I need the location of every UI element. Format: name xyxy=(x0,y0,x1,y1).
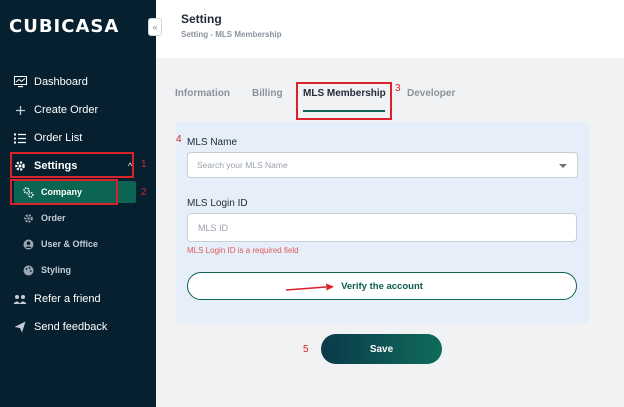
sidebar-item-label: Dashboard xyxy=(34,76,88,88)
sidebar-subitem-label: User & Office xyxy=(41,239,99,249)
sidebar-item-label: Send feedback xyxy=(34,321,108,333)
sidebar-item-label: Order List xyxy=(34,132,83,144)
palette-icon xyxy=(23,265,34,276)
sidebar-item-order-list[interactable]: Order List xyxy=(0,126,156,150)
monitor-icon xyxy=(13,75,27,89)
list-icon xyxy=(13,131,27,145)
sidebar-item-send-feedback[interactable]: Send feedback xyxy=(0,315,156,339)
sidebar-item-label: Refer a friend xyxy=(34,293,101,305)
sidebar-item-label: Create Order xyxy=(34,104,99,116)
sidebar-subitem-user-office[interactable]: User & Office xyxy=(0,233,156,255)
save-button[interactable]: Save xyxy=(321,334,442,364)
tab-developer[interactable]: Developer xyxy=(407,88,455,99)
mls-login-input[interactable] xyxy=(187,213,577,242)
mls-name-label: MLS Name xyxy=(187,137,238,148)
sidebar-subitem-order[interactable]: Order xyxy=(0,207,156,229)
sidebar-subitem-label: Styling xyxy=(41,265,72,275)
mls-name-select[interactable]: Search your MLS Name xyxy=(187,152,578,178)
send-icon xyxy=(13,320,27,334)
plus-icon xyxy=(13,103,27,117)
annotation-box-2 xyxy=(10,179,118,205)
sidebar-subitem-styling[interactable]: Styling xyxy=(0,259,156,281)
user-icon xyxy=(23,239,34,250)
cubicasa-logo[interactable]: CUBICASA xyxy=(9,16,119,37)
collapse-sidebar-icon[interactable]: « xyxy=(148,18,162,36)
mls-login-label: MLS Login ID xyxy=(187,198,248,209)
dropdown-caret-icon[interactable] xyxy=(559,164,567,168)
annotation-number-3: 3 xyxy=(395,83,401,94)
sidebar-subitem-label: Order xyxy=(41,213,66,223)
mls-login-error: MLS Login ID is a required field xyxy=(187,246,299,255)
annotation-arrow xyxy=(285,283,334,291)
annotation-box-1 xyxy=(10,152,134,178)
gear-icon xyxy=(23,213,34,224)
annotation-number-1: 1 xyxy=(141,159,147,170)
verify-account-button[interactable]: Verify the account xyxy=(187,272,577,300)
annotation-box-3 xyxy=(296,82,392,120)
people-icon xyxy=(13,292,27,306)
annotation-number-5: 5 xyxy=(303,344,309,355)
breadcrumb: Setting - MLS Membership xyxy=(181,30,282,39)
mls-name-placeholder: Search your MLS Name xyxy=(197,160,288,170)
sidebar-item-create-order[interactable]: Create Order xyxy=(0,98,156,122)
tab-billing[interactable]: Billing xyxy=(252,88,283,99)
tab-information[interactable]: Information xyxy=(175,88,230,99)
annotation-number-4: 4 xyxy=(176,134,182,145)
page-header: Setting Setting - MLS Membership xyxy=(156,0,624,58)
annotation-number-2: 2 xyxy=(141,187,147,198)
sidebar-item-refer-friend[interactable]: Refer a friend xyxy=(0,287,156,311)
page-title: Setting xyxy=(181,12,222,26)
sidebar-item-dashboard[interactable]: Dashboard xyxy=(0,70,156,94)
